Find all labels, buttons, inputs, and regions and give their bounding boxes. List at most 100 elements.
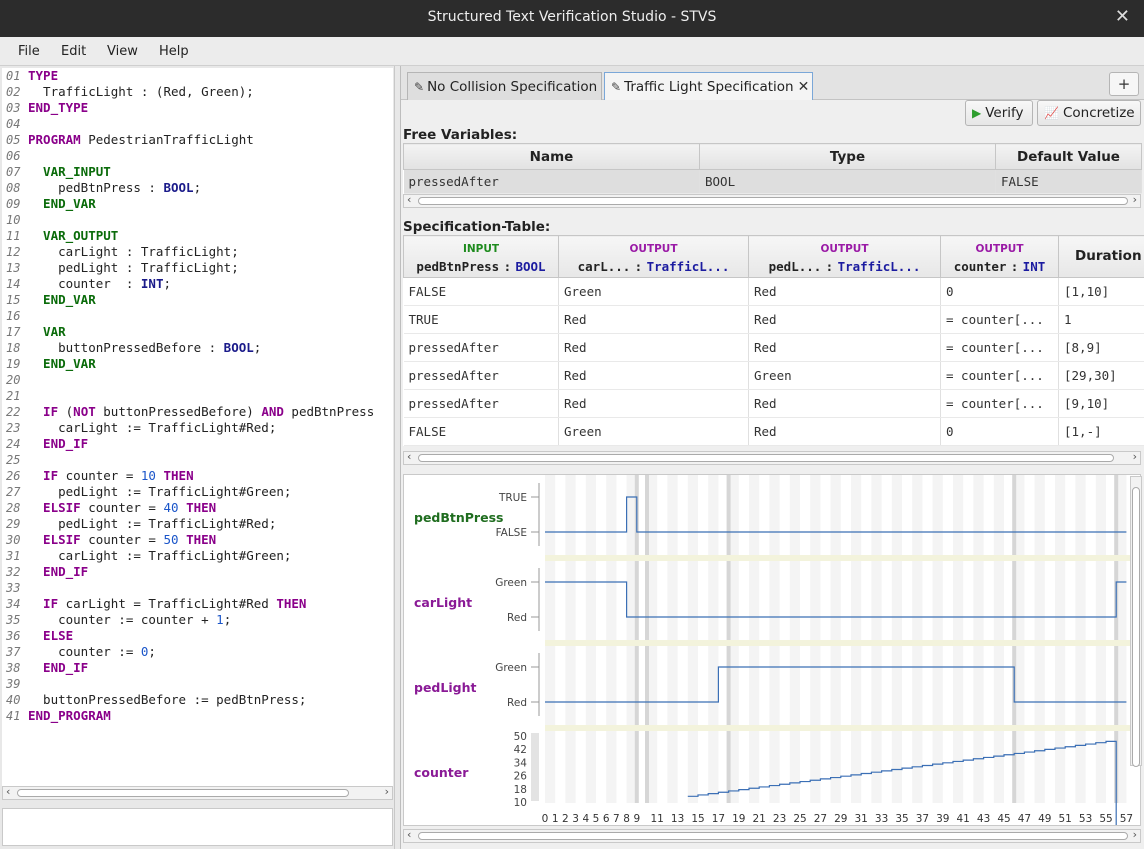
code-line[interactable]: 13 pedLight : TrafficLight;	[2, 260, 239, 276]
close-icon[interactable]: ✕	[1115, 6, 1130, 27]
code-line[interactable]: 07 VAR_INPUT	[2, 164, 111, 180]
table-cell[interactable]: pressedAfter	[403, 389, 559, 418]
code-line[interactable]: 33	[2, 580, 28, 596]
scroll-right-icon[interactable]: ›	[385, 785, 389, 798]
variable-type-cell[interactable]: BOOL	[699, 169, 996, 194]
table-cell[interactable]: pressedAfter	[403, 333, 559, 362]
table-cell[interactable]: [1,-]	[1058, 417, 1144, 446]
console-output[interactable]	[2, 808, 393, 846]
scroll-left-icon[interactable]: ‹	[407, 450, 411, 463]
table-row[interactable]: FALSE Green Red 0 [1,-]	[403, 417, 1144, 446]
scrollbar-thumb[interactable]	[418, 832, 1128, 840]
specification-table-scrollbar[interactable]: ‹ ›	[403, 450, 1141, 465]
timing-diagram[interactable]: pedBtnPress TRUE FALSE carLight Green Red pedL…	[403, 474, 1141, 826]
code-line[interactable]: 37 counter := 0;	[2, 644, 156, 660]
scrollbar-thumb[interactable]	[17, 789, 349, 797]
table-row[interactable]: pressedAfter Red Red = counter[... [8,9]	[403, 333, 1144, 362]
code-line[interactable]: 15 END_VAR	[2, 292, 96, 308]
column-header-counter[interactable]: OUTPUT counter : INT	[940, 235, 1059, 278]
close-tab-icon[interactable]: ✕	[798, 79, 810, 95]
free-variables-scrollbar[interactable]: ‹ ›	[403, 193, 1141, 208]
table-row[interactable]: pressedAfter BOOL FALSE	[403, 169, 1142, 194]
concretize-button[interactable]: 📈 Concretize	[1037, 100, 1141, 126]
code-line[interactable]: 01 TYPE	[2, 68, 58, 84]
menu-help[interactable]: Help	[159, 44, 189, 59]
code-line[interactable]: 23 carLight := TrafficLight#Red;	[2, 420, 276, 436]
code-line[interactable]: 18 buttonPressedBefore : BOOL;	[2, 340, 261, 356]
code-line[interactable]: 24 END_IF	[2, 436, 88, 452]
code-line[interactable]: 02 TrafficLight : (Red, Green);	[2, 84, 254, 100]
table-cell[interactable]: Red	[558, 389, 749, 418]
table-cell[interactable]: = counter[...	[940, 361, 1059, 390]
table-cell[interactable]: Red	[558, 305, 749, 334]
table-cell[interactable]: TRUE	[403, 305, 559, 334]
code-line[interactable]: 27 pedLight := TrafficLight#Green;	[2, 484, 291, 500]
editor-horizontal-scrollbar[interactable]: ‹ ›	[2, 785, 393, 800]
scroll-left-icon[interactable]: ‹	[6, 785, 10, 798]
code-line[interactable]: 20	[2, 372, 28, 388]
column-header-duration[interactable]: Duration	[1058, 235, 1144, 278]
timing-vertical-scrollbar[interactable]	[1130, 476, 1142, 767]
code-line[interactable]: 25	[2, 452, 28, 468]
table-cell[interactable]: Red	[748, 389, 941, 418]
code-line[interactable]: 17 VAR	[2, 324, 66, 340]
table-cell[interactable]: FALSE	[403, 417, 559, 446]
scroll-right-icon[interactable]: ›	[1133, 828, 1137, 841]
table-cell[interactable]: = counter[...	[940, 389, 1059, 418]
table-cell[interactable]: Red	[558, 361, 749, 390]
code-line[interactable]: 41 END_PROGRAM	[2, 708, 111, 724]
variable-name-cell[interactable]: pressedAfter	[403, 169, 700, 194]
table-cell[interactable]: 0	[940, 277, 1059, 306]
code-line[interactable]: 26 IF counter = 10 THEN	[2, 468, 194, 484]
timing-horizontal-scrollbar[interactable]: ‹ ›	[403, 828, 1141, 843]
table-cell[interactable]: pressedAfter	[403, 361, 559, 390]
code-line[interactable]: 38 END_IF	[2, 660, 88, 676]
table-cell[interactable]: Red	[748, 305, 941, 334]
table-row[interactable]: pressedAfter Red Red = counter[... [9,10]	[403, 389, 1144, 418]
code-line[interactable]: 36 ELSE	[2, 628, 73, 644]
code-line[interactable]: 06	[2, 148, 28, 164]
code-editor[interactable]: 01 TYPE 02 TrafficLight : (Red, Green); 03 E…	[2, 68, 393, 786]
scroll-right-icon[interactable]: ›	[1133, 193, 1137, 206]
code-line[interactable]: 16	[2, 308, 28, 324]
code-line[interactable]: 34 IF carLight = TrafficLight#Red THEN	[2, 596, 306, 612]
table-cell[interactable]: 0	[940, 417, 1059, 446]
code-line[interactable]: 03 END_TYPE	[2, 100, 88, 116]
scroll-left-icon[interactable]: ‹	[407, 828, 411, 841]
code-line[interactable]: 08 pedBtnPress : BOOL;	[2, 180, 201, 196]
table-row[interactable]: FALSE Green Red 0 [1,10]	[403, 277, 1144, 306]
code-line[interactable]: 22 IF (NOT buttonPressedBefore) AND pedB…	[2, 404, 374, 420]
table-cell[interactable]: Green	[558, 277, 749, 306]
code-line[interactable]: 19 END_VAR	[2, 356, 96, 372]
table-cell[interactable]: Green	[748, 361, 941, 390]
table-cell[interactable]: = counter[...	[940, 333, 1059, 362]
table-cell[interactable]: 1	[1058, 305, 1144, 334]
table-cell[interactable]: = counter[...	[940, 305, 1059, 334]
code-line[interactable]: 05 PROGRAM PedestrianTrafficLight	[2, 132, 254, 148]
menu-edit[interactable]: Edit	[61, 44, 86, 59]
verify-button[interactable]: ▶ Verify	[965, 100, 1033, 126]
tab-no-collision[interactable]: ✎ No Collision Specification	[407, 72, 602, 100]
table-cell[interactable]: [1,10]	[1058, 277, 1144, 306]
code-line[interactable]: 32 END_IF	[2, 564, 88, 580]
column-header-type[interactable]: Type	[699, 143, 996, 170]
table-row[interactable]: TRUE Red Red = counter[... 1	[403, 305, 1144, 334]
code-line[interactable]: 10	[2, 212, 28, 228]
code-line[interactable]: 31 carLight := TrafficLight#Green;	[2, 548, 291, 564]
table-cell[interactable]: Red	[558, 333, 749, 362]
column-header-carlight[interactable]: OUTPUT carL... : TrafficL...	[558, 235, 749, 278]
code-line[interactable]: 09 END_VAR	[2, 196, 96, 212]
code-line[interactable]: 04	[2, 116, 28, 132]
code-line[interactable]: 21	[2, 388, 28, 404]
table-row[interactable]: pressedAfter Red Green = counter[... [29,30]	[403, 361, 1144, 390]
column-header-pedbtnpress[interactable]: INPUT pedBtnPress : BOOL	[403, 235, 559, 278]
table-cell[interactable]: FALSE	[403, 277, 559, 306]
code-line[interactable]: 14 counter : INT;	[2, 276, 171, 292]
code-line[interactable]: 30 ELSIF counter = 50 THEN	[2, 532, 216, 548]
scroll-left-icon[interactable]: ‹	[407, 193, 411, 206]
scrollbar-thumb[interactable]	[1132, 487, 1140, 767]
scrollbar-thumb[interactable]	[418, 197, 1128, 205]
table-cell[interactable]: Green	[558, 417, 749, 446]
code-line[interactable]: 11 VAR_OUTPUT	[2, 228, 118, 244]
column-header-name[interactable]: Name	[403, 143, 700, 170]
